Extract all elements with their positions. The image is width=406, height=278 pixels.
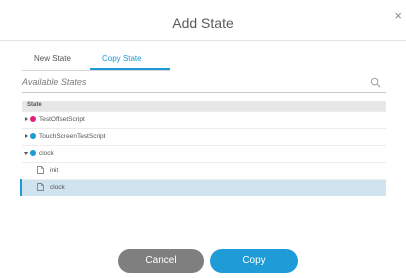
tree-row-clock-file-selected[interactable]: clock	[20, 179, 386, 196]
expand-arrow-icon[interactable]	[25, 117, 28, 121]
expand-arrow-icon[interactable]	[25, 134, 28, 138]
tab-new-state[interactable]: New State	[34, 54, 71, 63]
states-tree: State TestOffsetScript TouchScreenTestSc…	[20, 101, 386, 201]
search-icon[interactable]	[370, 77, 381, 88]
selection-indicator	[20, 179, 22, 196]
tree-column-header: State	[22, 101, 386, 111]
state-dot-icon	[30, 133, 36, 139]
copy-button[interactable]: Copy	[210, 249, 298, 273]
cancel-button[interactable]: Cancel	[118, 249, 204, 273]
tree-row-label: TestOffsetScript	[39, 116, 85, 123]
search-input[interactable]	[22, 74, 352, 90]
tree-row-clock[interactable]: clock	[22, 145, 386, 162]
state-dot-icon	[30, 116, 36, 122]
state-dot-icon	[30, 150, 36, 156]
dialog-title: Add State	[172, 15, 234, 31]
tree-row-label: init	[50, 167, 59, 174]
tree-row-label: clock	[39, 150, 54, 157]
tree-row-touchscreentestscript[interactable]: TouchScreenTestScript	[22, 128, 386, 145]
active-tab-indicator	[90, 68, 170, 70]
file-icon	[37, 183, 44, 191]
tree-row-testoffsetscript[interactable]: TestOffsetScript	[22, 111, 386, 128]
search-box	[22, 74, 386, 93]
tree-row-label: TouchScreenTestScript	[39, 133, 106, 140]
tree-row-label: clock	[50, 184, 65, 191]
collapse-arrow-icon[interactable]	[24, 152, 28, 155]
tab-copy-state[interactable]: Copy State	[102, 54, 142, 63]
close-icon[interactable]: ×	[394, 9, 402, 22]
tab-bar: New State Copy State	[22, 51, 170, 71]
add-state-dialog: Add State × New State Copy State State T…	[0, 0, 406, 278]
tree-row-init[interactable]: init	[22, 162, 386, 179]
file-icon	[37, 166, 44, 174]
header-divider	[0, 40, 406, 41]
